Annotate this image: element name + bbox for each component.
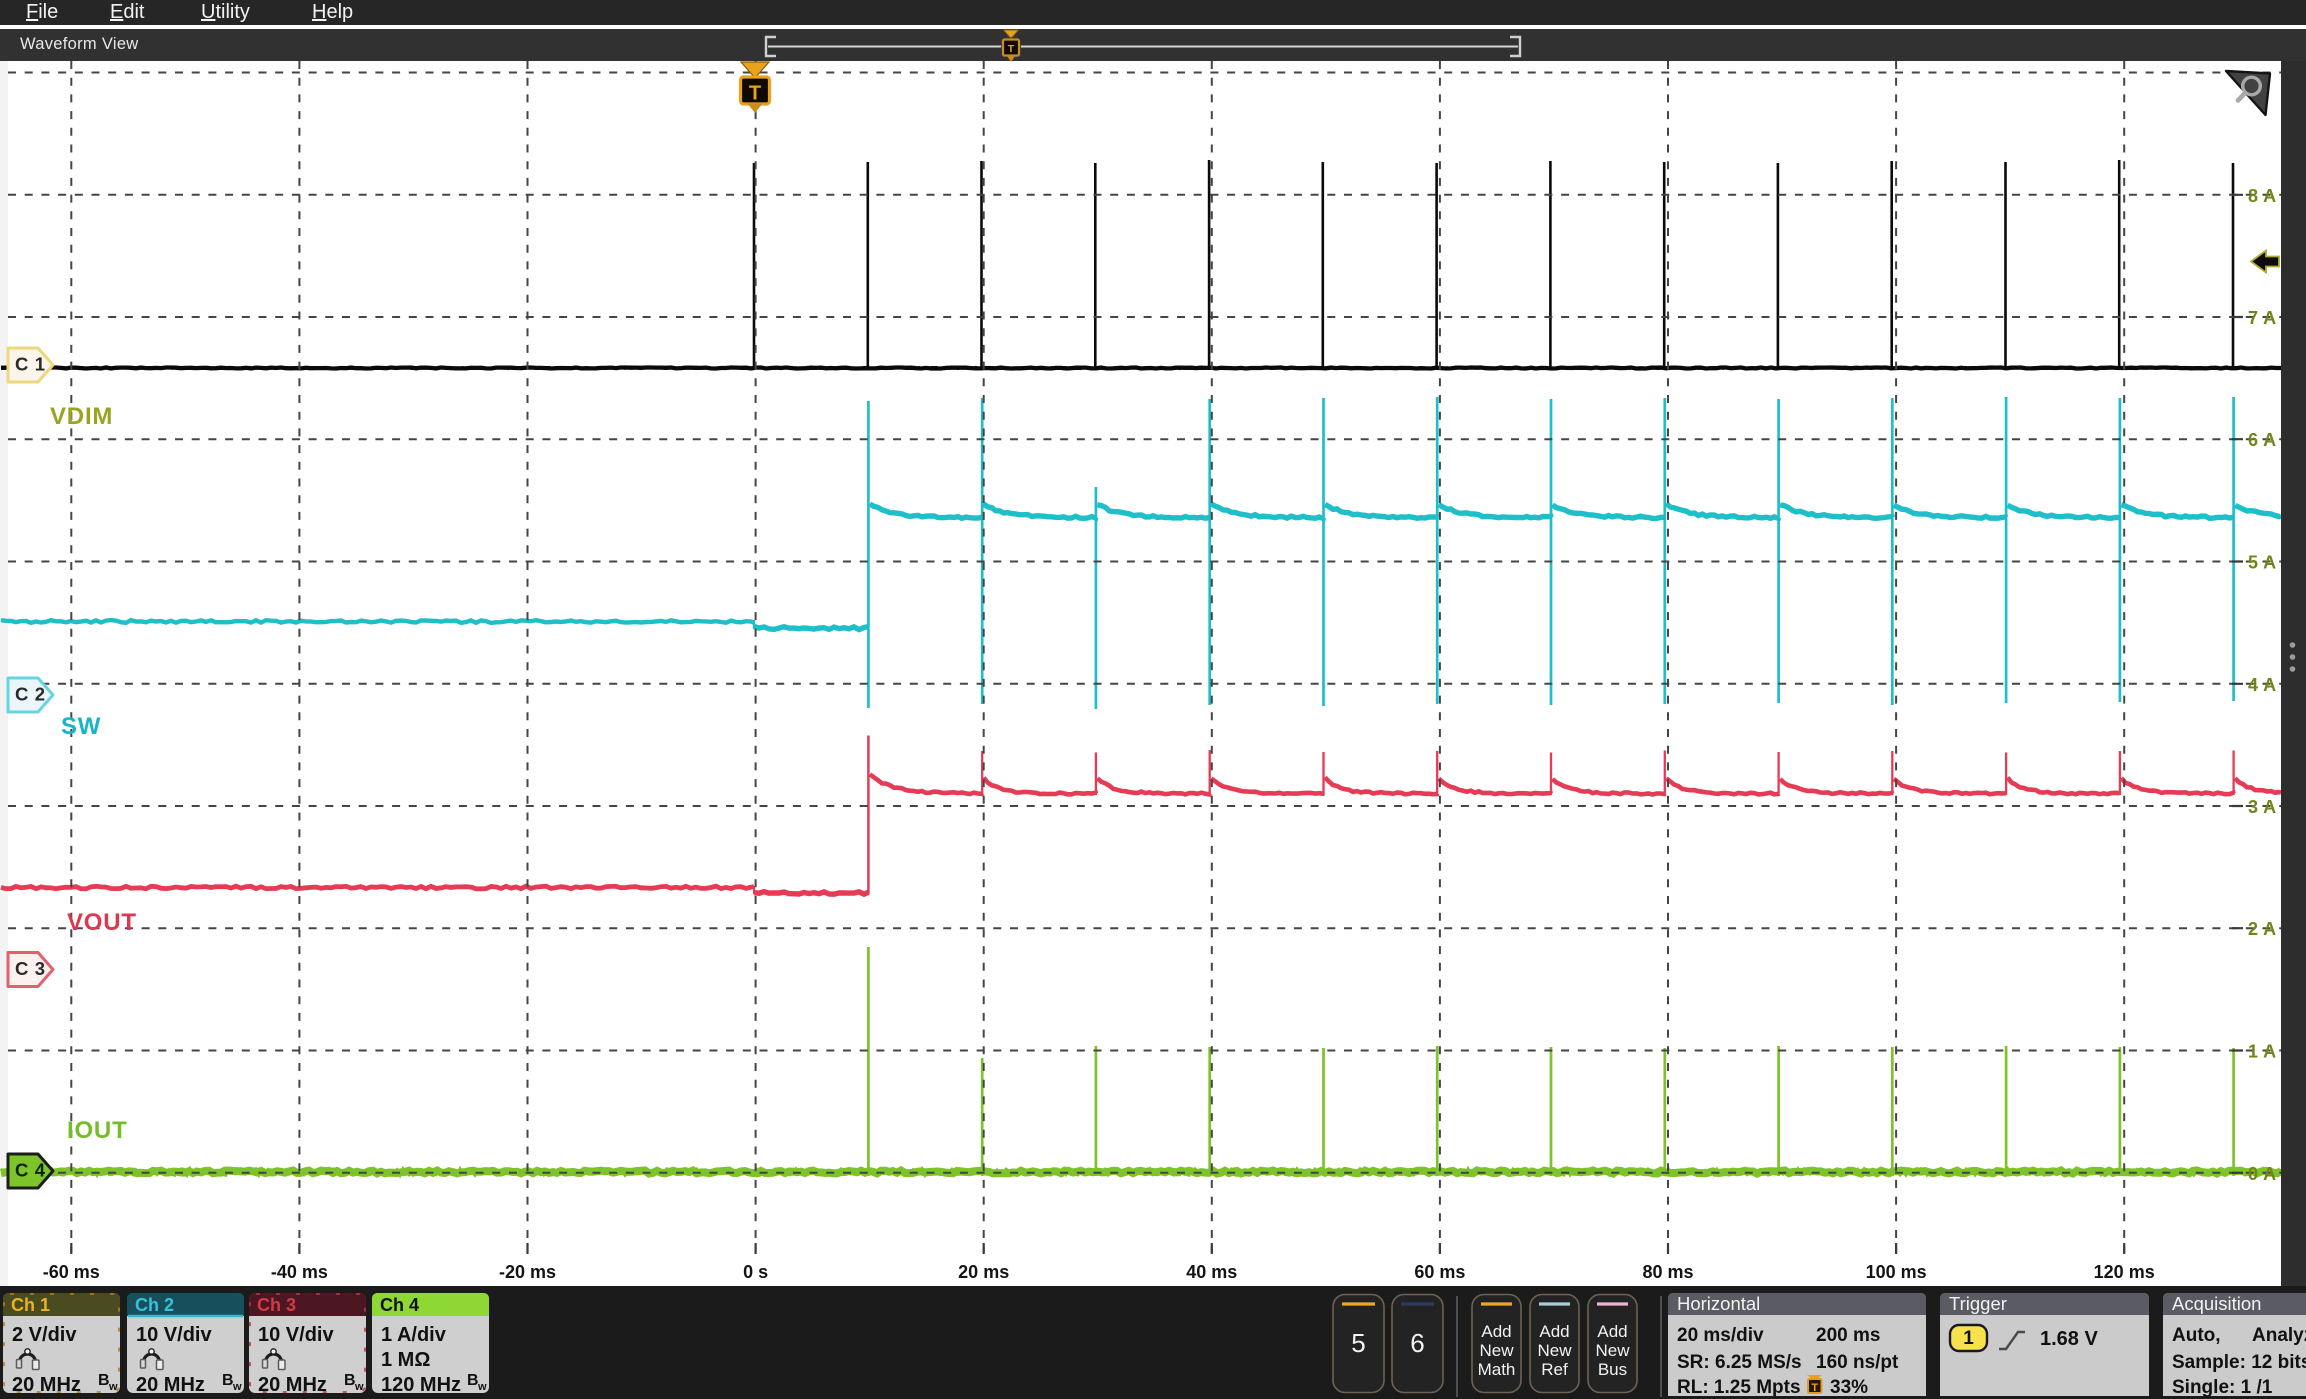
svg-text:Ch 1: Ch 1: [11, 1295, 50, 1315]
svg-text:New: New: [1537, 1341, 1572, 1360]
svg-text:20 MHz: 20 MHz: [258, 1374, 327, 1396]
svg-text:0 A: 0 A: [2248, 1164, 2277, 1184]
svg-text:6 A: 6 A: [2248, 430, 2277, 450]
svg-text:6: 6: [1410, 1328, 1424, 1358]
svg-text:Help: Help: [312, 1, 353, 23]
svg-text:20 ms: 20 ms: [958, 1262, 1009, 1282]
svg-text:200 ms: 200 ms: [1816, 1325, 1880, 1346]
svg-text:Horizontal: Horizontal: [1677, 1293, 1760, 1314]
svg-text:Single: 1 /1: Single: 1 /1: [2172, 1377, 2273, 1398]
svg-text:20 ms/div: 20 ms/div: [1677, 1325, 1764, 1346]
svg-text:40 ms: 40 ms: [1186, 1262, 1237, 1282]
svg-text:w: w: [232, 1381, 242, 1393]
svg-text:33%: 33%: [1830, 1377, 1868, 1398]
svg-text:Ch 3: Ch 3: [257, 1295, 296, 1315]
svg-text:SW: SW: [61, 713, 101, 740]
svg-text:New: New: [1595, 1341, 1630, 1360]
svg-text:Edit: Edit: [110, 1, 145, 23]
svg-text:VDIM: VDIM: [50, 403, 113, 430]
svg-text:2 V/div: 2 V/div: [12, 1324, 77, 1346]
svg-text:Add: Add: [1539, 1322, 1569, 1341]
svg-text:SR: 6.25 MS/s: SR: 6.25 MS/s: [1677, 1352, 1802, 1373]
svg-text:Ch 4: Ch 4: [380, 1295, 419, 1315]
svg-text:B: B: [344, 1372, 356, 1389]
svg-text:B: B: [222, 1372, 234, 1389]
svg-text:0 s: 0 s: [743, 1262, 768, 1282]
svg-text:160 ns/pt: 160 ns/pt: [1816, 1352, 1899, 1373]
svg-text:RL: 1.25 Mpts: RL: 1.25 Mpts: [1677, 1377, 1801, 1398]
svg-text:-40 ms: -40 ms: [271, 1262, 328, 1282]
svg-text:7 A: 7 A: [2248, 308, 2277, 328]
svg-text:Ref: Ref: [1541, 1360, 1568, 1379]
svg-text:1 A/div: 1 A/div: [381, 1324, 447, 1346]
svg-text:5: 5: [1351, 1328, 1365, 1358]
svg-text:1.68 V: 1.68 V: [2040, 1328, 2098, 1350]
svg-text:Auto,: Auto,: [2172, 1325, 2221, 1346]
svg-text:New: New: [1479, 1341, 1514, 1360]
svg-text:10 V/div: 10 V/div: [136, 1324, 212, 1346]
svg-text:Trigger: Trigger: [1949, 1293, 2007, 1314]
svg-text:1 A: 1 A: [2248, 1042, 2277, 1062]
svg-text:Math: Math: [1478, 1360, 1516, 1379]
svg-text:Sample: 12 bits: Sample: 12 bits: [2172, 1352, 2306, 1373]
svg-text:Add: Add: [1597, 1322, 1627, 1341]
svg-text:w: w: [354, 1381, 364, 1393]
svg-text:IOUT: IOUT: [67, 1117, 128, 1144]
svg-text:C 4: C 4: [15, 1160, 46, 1181]
svg-text:Add: Add: [1481, 1322, 1511, 1341]
svg-text:Acquisition: Acquisition: [2172, 1293, 2261, 1314]
svg-text:T: T: [749, 83, 761, 105]
svg-text:w: w: [477, 1381, 487, 1393]
svg-text:10 V/div: 10 V/div: [258, 1324, 334, 1346]
svg-text:Waveform View: Waveform View: [20, 35, 139, 53]
svg-text:B: B: [98, 1372, 110, 1389]
svg-text:Analyze: Analyze: [2252, 1325, 2306, 1346]
svg-text:T: T: [1008, 43, 1015, 55]
svg-text:120 MHz: 120 MHz: [381, 1374, 461, 1396]
svg-text:C 2: C 2: [15, 684, 46, 705]
svg-text:B: B: [467, 1372, 479, 1389]
svg-text:5 A: 5 A: [2248, 553, 2277, 573]
svg-text:80 ms: 80 ms: [1642, 1262, 1693, 1282]
svg-text:8 A: 8 A: [2248, 186, 2277, 206]
svg-text:-20 ms: -20 ms: [499, 1262, 556, 1282]
svg-text:100 ms: 100 ms: [1866, 1262, 1927, 1282]
svg-text:60 ms: 60 ms: [1414, 1262, 1465, 1282]
svg-text:Utility: Utility: [201, 1, 250, 23]
svg-text:C 1: C 1: [15, 354, 46, 375]
svg-text:1 MΩ: 1 MΩ: [381, 1349, 430, 1371]
svg-text:T: T: [1811, 1382, 1818, 1394]
svg-text:C 3: C 3: [15, 958, 46, 979]
svg-text:3 A: 3 A: [2248, 797, 2277, 817]
svg-text:4 A: 4 A: [2248, 675, 2277, 695]
svg-text:1: 1: [1963, 1328, 1974, 1349]
svg-text:File: File: [26, 1, 58, 23]
svg-text:Bus: Bus: [1598, 1360, 1627, 1379]
svg-text:120 ms: 120 ms: [2094, 1262, 2155, 1282]
svg-text:Ch 2: Ch 2: [135, 1295, 174, 1315]
svg-text:20 MHz: 20 MHz: [12, 1374, 81, 1396]
svg-text:w: w: [108, 1381, 118, 1393]
svg-text:VOUT: VOUT: [67, 909, 137, 936]
svg-text:20 MHz: 20 MHz: [136, 1374, 205, 1396]
svg-text:-60 ms: -60 ms: [43, 1262, 100, 1282]
svg-text:2 A: 2 A: [2248, 919, 2277, 939]
